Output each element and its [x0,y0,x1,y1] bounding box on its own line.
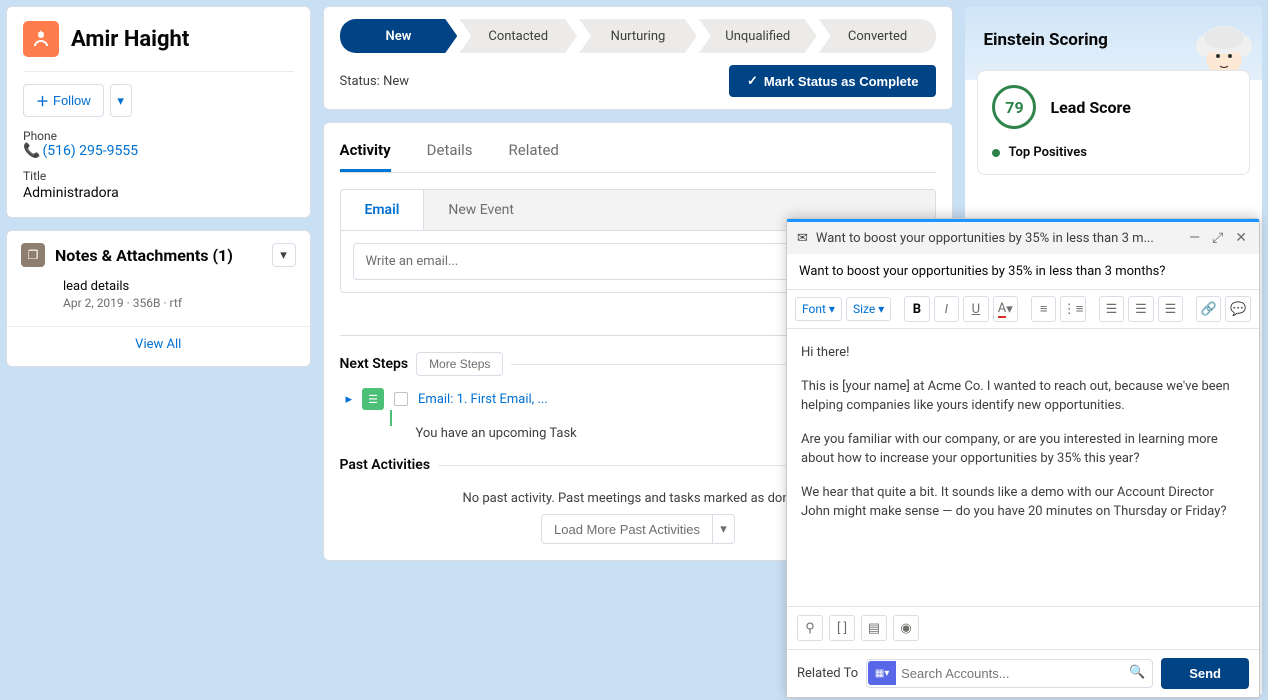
phone-label: Phone [23,129,294,143]
path-step-nurturing[interactable]: Nurturing [579,19,697,53]
text-color-button[interactable]: A▾ [993,296,1018,322]
title-label: Title [23,169,294,183]
subtab-email[interactable]: Email [341,190,425,230]
follow-button[interactable]: ＋Follow [23,84,104,117]
attachment-icon: ❐ [21,243,45,267]
load-more-menu[interactable]: ▾ [713,514,735,544]
underline-button[interactable]: U [963,296,988,322]
load-more-button[interactable]: Load More Past Activities [541,514,713,544]
path-step-contacted[interactable]: Contacted [459,19,577,53]
tab-activity[interactable]: Activity [340,133,391,172]
path-step-converted[interactable]: Converted [819,19,937,53]
numbered-list-button[interactable]: ≡ [1031,296,1056,322]
follow-menu-button[interactable]: ▾ [110,84,132,117]
path-step-new[interactable]: New [340,19,458,53]
more-steps-button[interactable]: More Steps [416,352,503,376]
attach-button[interactable]: ⚲ [797,615,823,641]
bullet-list-button[interactable]: ⋮≡ [1060,296,1085,322]
lead-score-circle: 79 [992,85,1036,129]
notes-menu-button[interactable]: ▾ [272,243,296,267]
lead-header-card: Amir Haight ＋Follow ▾ Phone 📞(516) 295-9… [6,6,311,218]
top-positives-row[interactable]: Top Positives [992,145,1235,160]
size-select[interactable]: Size ▾ [846,297,891,321]
note-item[interactable]: lead details Apr 2, 2019 · 356B · rtf [7,271,310,318]
view-all-link[interactable]: View All [135,337,181,352]
title-value: Administradora [23,185,294,201]
expand-icon[interactable]: ▸ [346,392,353,407]
close-icon[interactable]: ✕ [1233,230,1249,246]
phone-link[interactable]: 📞(516) 295-9555 [23,143,138,159]
path-step-unqualified[interactable]: Unqualified [699,19,817,53]
positive-dot-icon [992,149,1000,157]
email-body[interactable]: Hi there! This is [your name] at Acme Co… [787,329,1259,606]
status-text: Status: New [340,74,410,89]
email-composer-panel: ✉ Want to boost your opportunities by 35… [786,218,1260,698]
search-icon: 🔍 [1129,665,1145,680]
mark-complete-button[interactable]: ✓ Mark Status as Complete [729,65,937,97]
align-right-button[interactable]: ☰ [1158,296,1183,322]
minimize-icon[interactable]: — [1187,230,1202,246]
sales-path: New Contacted Nurturing Unqualified Conv… [340,19,937,53]
related-object-icon[interactable]: ▦▾ [868,661,896,685]
clear-format-button[interactable]: 💬 [1225,296,1250,322]
lead-icon [23,21,59,57]
link-button[interactable]: 🔗 [1196,296,1221,322]
align-center-button[interactable]: ☰ [1128,296,1153,322]
lead-score-label: Lead Score [1050,98,1130,117]
notes-heading: Notes & Attachments (1) [55,246,262,265]
task-icon: ☰ [362,388,384,410]
subtab-new-event[interactable]: New Event [424,190,538,230]
task-checkbox[interactable] [394,392,408,406]
align-left-button[interactable]: ☰ [1099,296,1124,322]
send-button[interactable]: Send [1161,658,1249,689]
tab-details[interactable]: Details [427,133,473,172]
composer-title: Want to boost your opportunities by 35% … [816,231,1179,246]
bold-button[interactable]: B [904,296,929,322]
related-to-label: Related To [797,666,858,681]
notes-card: ❐ Notes & Attachments (1) ▾ lead details… [6,230,311,367]
lead-name: Amir Haight [71,27,189,52]
envelope-icon: ✉ [797,231,808,246]
insert-template-button[interactable]: [ ] [829,615,855,641]
subject-field[interactable]: Want to boost your opportunities by 35% … [787,254,1259,290]
path-card: New Contacted Nurturing Unqualified Conv… [323,6,954,110]
insert-merge-button[interactable]: ▤ [861,615,887,641]
italic-button[interactable]: I [934,296,959,322]
tab-related[interactable]: Related [509,133,559,172]
preview-button[interactable]: ◉ [893,615,919,641]
font-select[interactable]: Font ▾ [795,297,842,321]
task-link[interactable]: Email: 1. First Email, ... [418,392,548,407]
expand-icon[interactable]: ⤢ [1210,230,1225,246]
format-toolbar: Font ▾ Size ▾ B I U A▾ ≡ ⋮≡ ☰ ☰ ☰ 🔗 💬 [787,290,1259,329]
related-search-input[interactable] [866,659,1153,688]
